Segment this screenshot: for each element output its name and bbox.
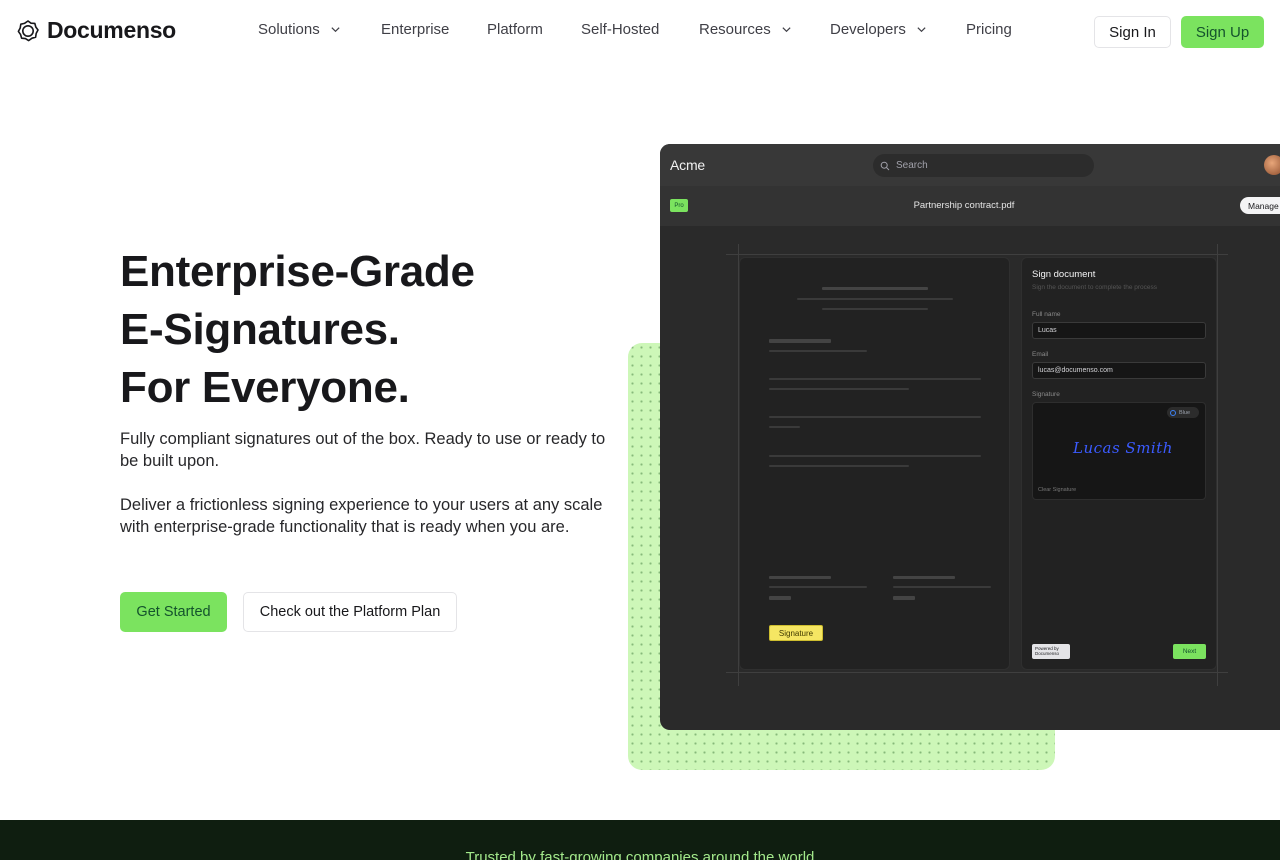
nav-self-hosted[interactable]: Self-Hosted <box>581 21 659 38</box>
text-placeholder-line <box>769 416 981 418</box>
text-placeholder-line <box>893 576 955 579</box>
nav-enterprise[interactable]: Enterprise <box>381 21 449 38</box>
app-header: Acme Search <box>660 144 1280 186</box>
nav-pricing-label: Pricing <box>966 21 1012 38</box>
app-preview: Acme Search Pro Partnership contract.pdf… <box>660 144 1280 730</box>
email-field[interactable]: lucas@documenso.com <box>1032 362 1206 379</box>
sign-panel-subtitle: Sign the document to complete the proces… <box>1032 284 1158 291</box>
text-placeholder-line <box>769 378 981 380</box>
hero-title-line: E-Signatures. <box>120 305 400 354</box>
get-started-button[interactable]: Get Started <box>120 592 227 632</box>
search-placeholder: Search <box>896 160 928 171</box>
text-placeholder-line <box>822 287 928 290</box>
full-name-label: Full name <box>1032 311 1061 318</box>
nav-developers[interactable]: Developers <box>830 21 927 38</box>
clear-signature-button[interactable]: Clear Signature <box>1038 487 1076 493</box>
text-placeholder-line <box>769 465 909 467</box>
signature-pad[interactable]: Blue Lucas Smith Clear Signature <box>1032 402 1206 500</box>
top-navigation: Documenso Solutions Enterprise Platform … <box>0 0 1280 62</box>
text-placeholder-line <box>769 586 867 588</box>
full-name-field[interactable]: Lucas <box>1032 322 1206 339</box>
powered-by-brand: Documenso <box>1035 651 1060 656</box>
sign-document-panel: Sign document Sign the document to compl… <box>1021 257 1217 670</box>
hero-title-line: For Everyone. <box>120 363 410 412</box>
document-page: Signature <box>739 257 1010 670</box>
trusted-by-band: Trusted by fast-growing companies around… <box>0 820 1280 860</box>
hero-title-line: Enterprise-Grade <box>120 247 475 296</box>
chevron-down-icon <box>331 27 340 33</box>
document-title: Partnership contract.pdf <box>913 200 1015 211</box>
documenso-logo-icon <box>17 19 39 41</box>
next-button[interactable]: Next <box>1173 644 1206 659</box>
hero-title: Enterprise-Grade E-Signatures. For Every… <box>120 243 620 417</box>
nav-resources-label: Resources <box>699 21 771 38</box>
text-placeholder-line <box>797 298 953 300</box>
text-placeholder-line <box>893 586 991 588</box>
search-icon <box>880 161 890 170</box>
color-swatch-icon <box>1170 409 1176 416</box>
nav-developers-label: Developers <box>830 21 906 38</box>
hero-paragraph-1: Fully compliant signatures out of the bo… <box>120 430 606 470</box>
nav-platform[interactable]: Platform <box>487 21 543 38</box>
email-label: Email <box>1032 351 1049 358</box>
trusted-by-text: Trusted by fast-growing companies around… <box>465 849 815 860</box>
manage-button[interactable]: Manage <box>1240 197 1280 214</box>
guide-line <box>726 672 1228 673</box>
text-placeholder-line <box>769 339 831 343</box>
nav-platform-label: Platform <box>487 21 543 38</box>
text-placeholder-line <box>769 388 909 390</box>
guide-line <box>726 254 1228 255</box>
hero-paragraph-2: Deliver a frictionless signing experienc… <box>120 496 603 536</box>
text-placeholder-line <box>769 426 800 428</box>
text-placeholder-line <box>822 308 928 310</box>
document-toolbar: Pro Partnership contract.pdf Manage <box>660 186 1280 226</box>
nav-enterprise-label: Enterprise <box>381 21 450 38</box>
app-search-input[interactable]: Search <box>873 154 1094 177</box>
text-placeholder-line <box>769 350 867 352</box>
nav-solutions[interactable]: Solutions <box>258 21 341 38</box>
nav-resources[interactable]: Resources <box>699 21 792 38</box>
signature-field[interactable]: Signature <box>769 625 823 641</box>
platform-plan-button[interactable]: Check out the Platform Plan <box>243 592 457 632</box>
powered-by-badge: Powered by Documenso <box>1032 644 1070 659</box>
text-placeholder-line <box>769 596 791 600</box>
text-placeholder-line <box>893 596 915 600</box>
color-select-label: Blue <box>1179 409 1191 416</box>
app-org-name: Acme <box>670 157 705 173</box>
chevron-down-icon <box>782 27 791 33</box>
guide-line <box>1217 244 1218 686</box>
brand-logo[interactable]: Documenso <box>16 17 176 44</box>
nav-self-hosted-label: Self-Hosted <box>581 21 660 38</box>
signature-label: Signature <box>1032 391 1060 398</box>
chevron-down-icon <box>917 27 926 33</box>
drawn-signature: Lucas Smith <box>1073 439 1173 457</box>
text-placeholder-line <box>769 455 981 457</box>
text-placeholder-line <box>769 576 831 579</box>
brand-name: Documenso <box>47 17 176 43</box>
sign-in-button[interactable]: Sign In <box>1094 16 1171 48</box>
nav-pricing[interactable]: Pricing <box>966 21 1012 38</box>
nav-solutions-label: Solutions <box>258 21 320 38</box>
sign-panel-title: Sign document <box>1032 269 1096 280</box>
avatar[interactable] <box>1264 155 1280 175</box>
color-select[interactable]: Blue <box>1167 407 1199 418</box>
sign-up-button[interactable]: Sign Up <box>1181 16 1264 48</box>
